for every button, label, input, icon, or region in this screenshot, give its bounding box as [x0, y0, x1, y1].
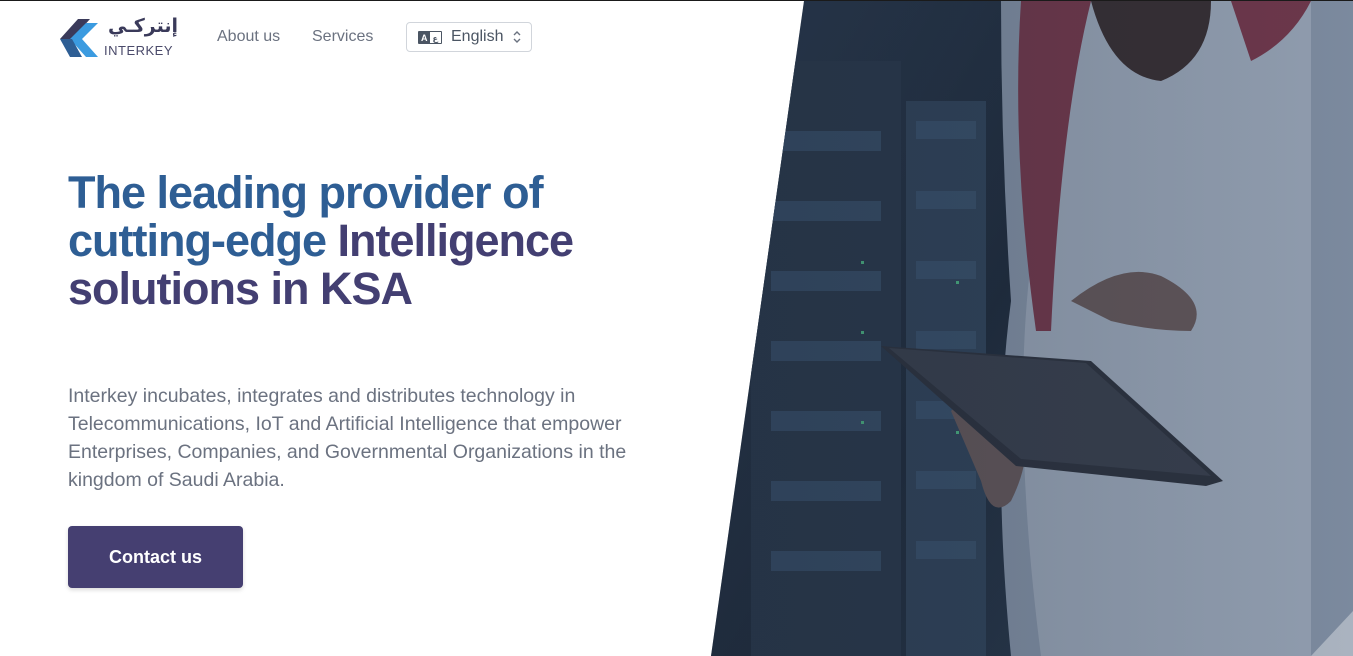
- nav-services[interactable]: Services: [312, 28, 373, 46]
- language-select-value: English: [451, 28, 504, 45]
- logo-latin-text: INTERKEY: [104, 43, 174, 58]
- hero-headline: The leading provider of cutting-edge Int…: [68, 169, 708, 313]
- site-header: إنتركـي INTERKEY About us Services A ع E…: [0, 1, 700, 73]
- translate-icon: A ع: [418, 30, 442, 44]
- contact-us-button[interactable]: Contact us: [68, 526, 243, 588]
- hero-image-overlay: [711, 1, 1353, 656]
- hero-intro-text: Interkey incubates, integrates and distr…: [68, 385, 627, 491]
- logo-arabic-text: إنتركـي: [108, 15, 178, 37]
- nav-about-us[interactable]: About us: [217, 28, 280, 46]
- interkey-logo[interactable]: إنتركـي INTERKEY: [60, 15, 180, 61]
- svg-text:A: A: [421, 33, 428, 43]
- hero-image: [711, 1, 1353, 656]
- interkey-logo-mark-icon: [60, 19, 98, 57]
- chevron-up-down-icon: [512, 29, 522, 45]
- language-select[interactable]: A ع English: [406, 22, 532, 52]
- svg-text:ع: ع: [433, 34, 439, 43]
